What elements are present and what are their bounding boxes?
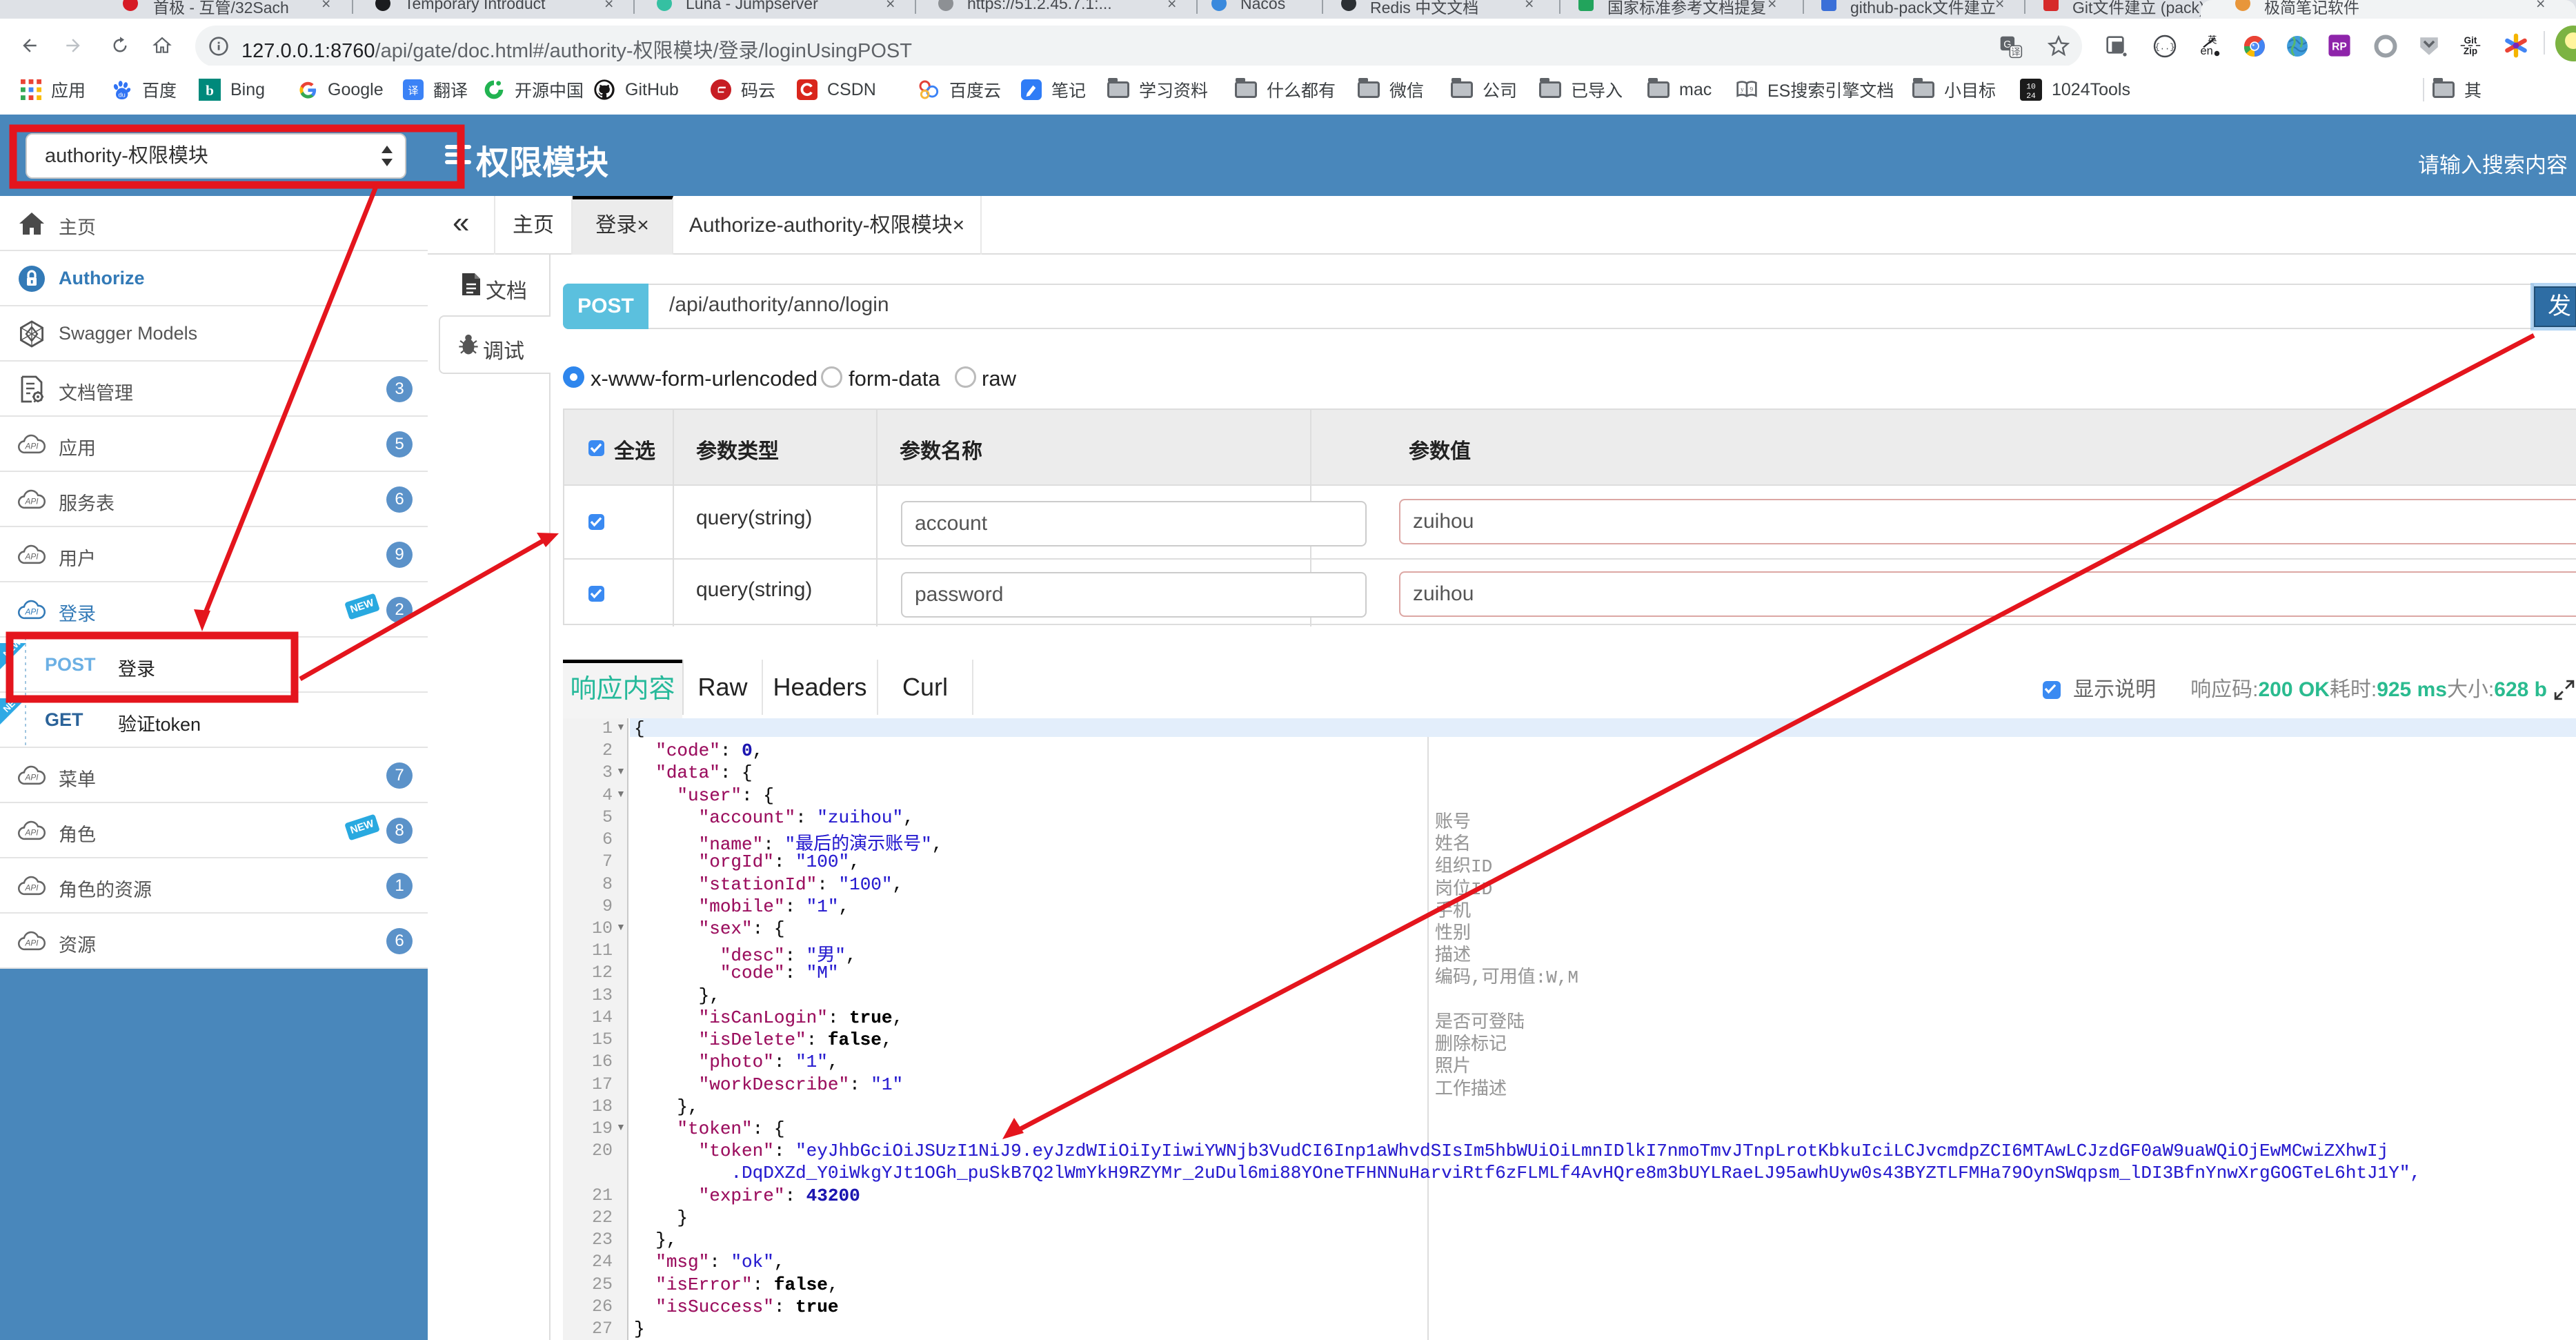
svg-text:API: API [24, 496, 39, 506]
svg-text:{..}: {..} [2155, 43, 2175, 52]
svg-text:9: 9 [1750, 87, 1753, 94]
svg-text:RP: RP [2332, 41, 2347, 52]
svg-text:en: en [2201, 45, 2213, 57]
svg-text:API: API [24, 772, 39, 782]
svg-text:API: API [24, 883, 39, 892]
svg-text:译: 译 [408, 85, 418, 97]
svg-text:24: 24 [2026, 92, 2036, 101]
svg-text:10: 10 [2026, 83, 2036, 92]
svg-text:API: API [24, 551, 39, 561]
svg-text:y: y [1741, 87, 1744, 94]
svg-text:API: API [24, 938, 39, 947]
svg-text:Zip: Zip [2464, 46, 2477, 57]
svg-text:Git: Git [2464, 35, 2477, 46]
svg-text:du: du [118, 92, 125, 99]
svg-text:API: API [24, 607, 39, 616]
svg-text:API: API [24, 441, 39, 451]
svg-text:API: API [24, 827, 39, 837]
svg-text:b: b [206, 82, 214, 99]
svg-text:译: 译 [2011, 47, 2021, 57]
